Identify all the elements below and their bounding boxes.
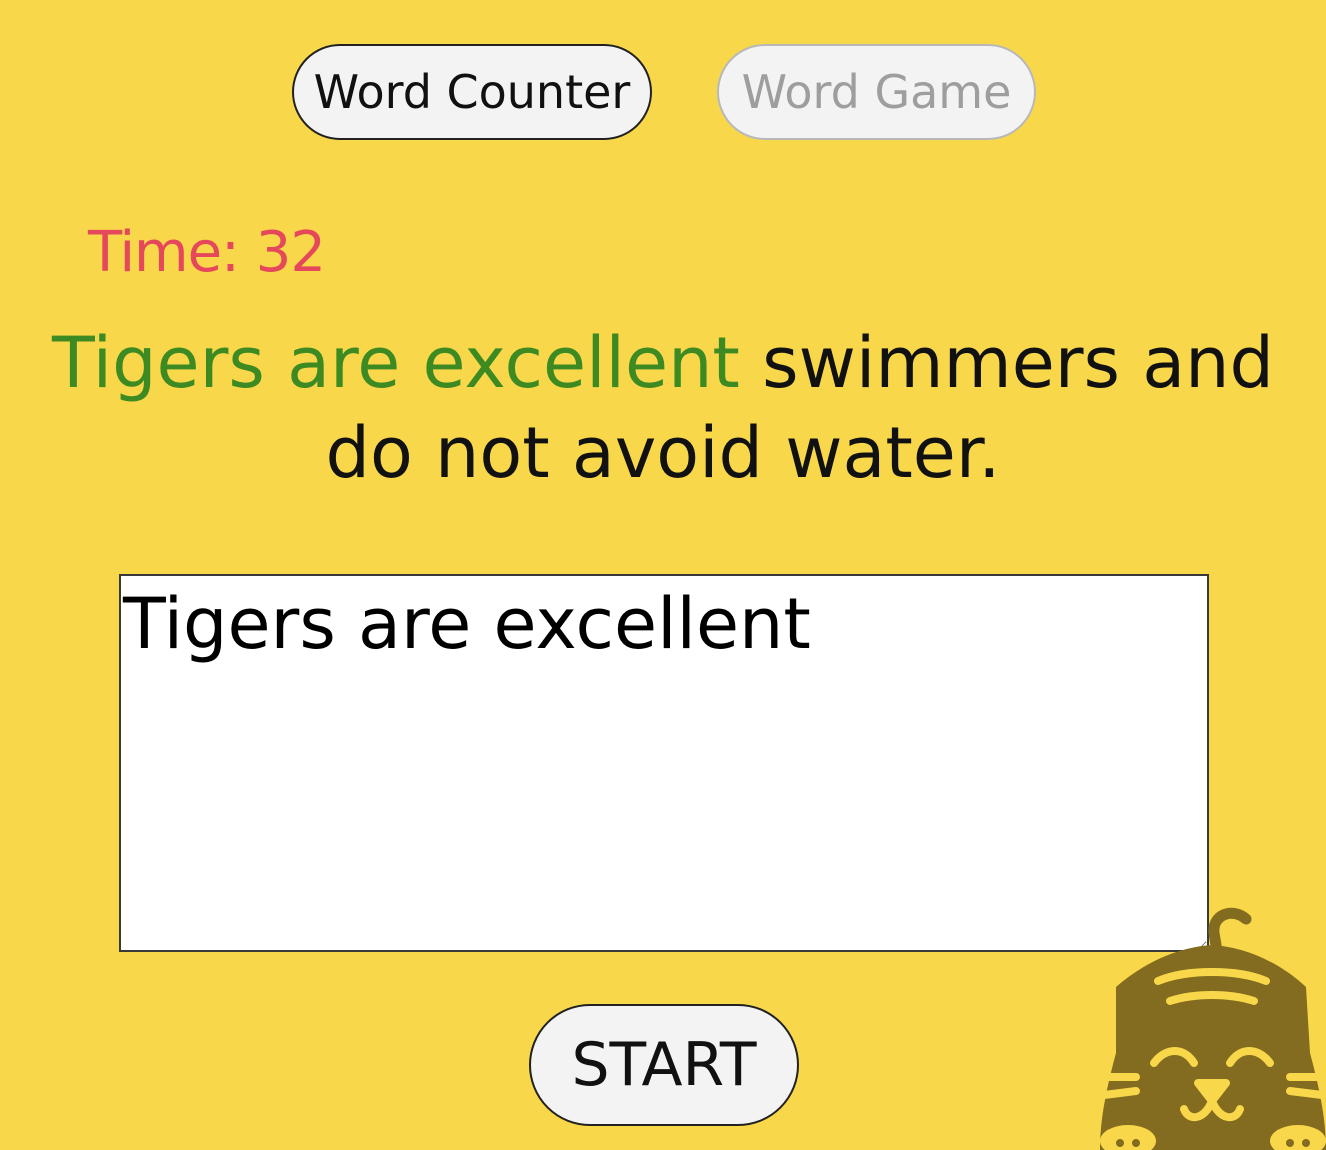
start-button[interactable]: START xyxy=(529,1004,799,1126)
typing-input[interactable] xyxy=(119,574,1209,952)
timer: Time: 32 xyxy=(88,220,326,285)
cat-icon xyxy=(1100,907,1326,1150)
timer-label: Time: xyxy=(88,220,240,285)
prompt-typed-text: Tigers are excellent xyxy=(52,322,740,404)
timer-value: 32 xyxy=(255,220,326,285)
tab-word-game[interactable]: Word Game xyxy=(717,44,1036,140)
tab-word-counter[interactable]: Word Counter xyxy=(292,44,652,140)
prompt-sentence: Tigers are excellent swimmers and do not… xyxy=(20,318,1306,498)
